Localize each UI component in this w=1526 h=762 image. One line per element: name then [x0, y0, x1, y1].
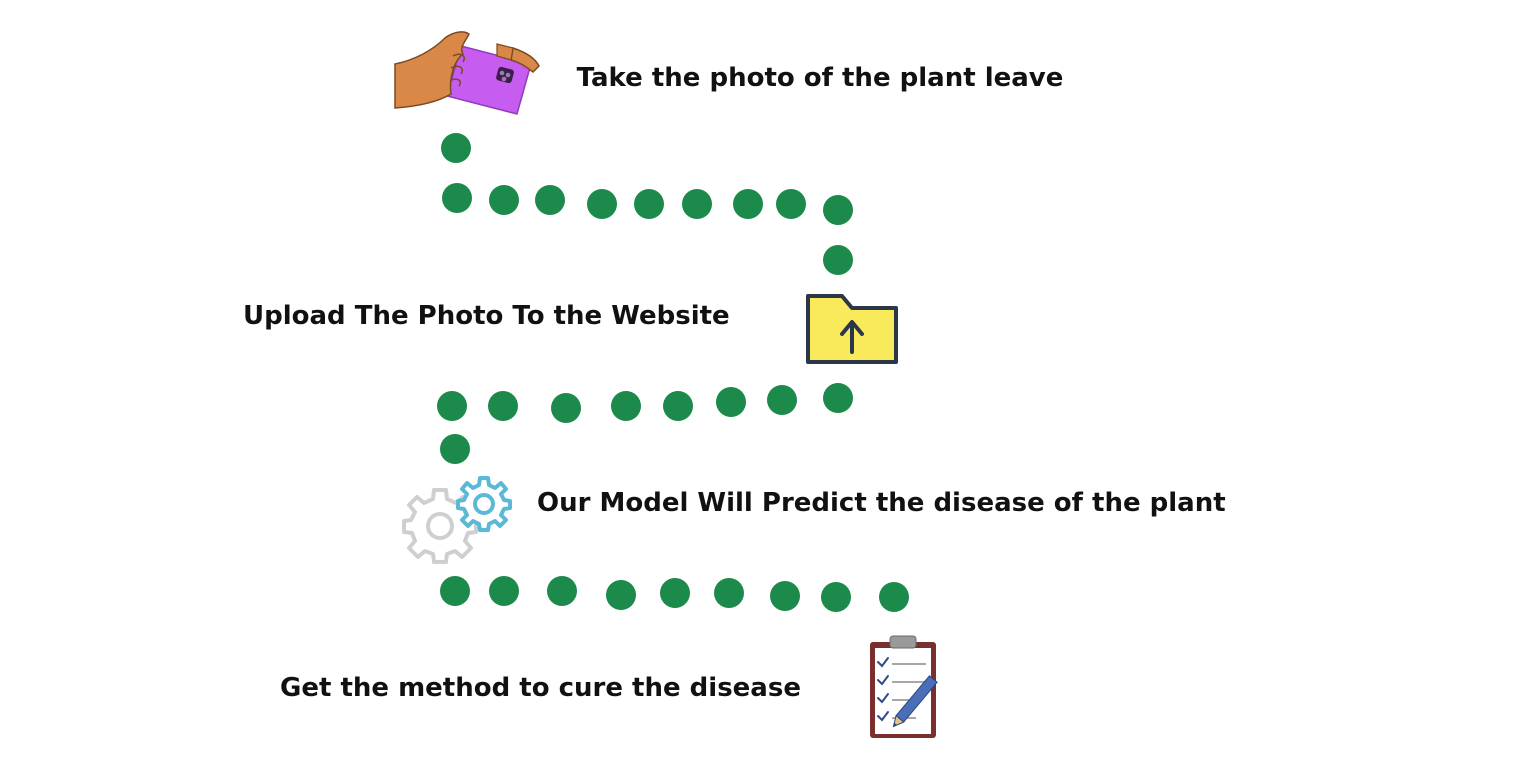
step-2-label: Upload The Photo To the Website	[243, 301, 730, 331]
path-dot	[776, 189, 806, 219]
path-dot	[606, 580, 636, 610]
path-dot	[733, 189, 763, 219]
path-dot	[660, 578, 690, 608]
folder-upload-icon	[806, 294, 898, 364]
hand-holding-phone-icon	[394, 31, 540, 115]
path-dot	[440, 434, 470, 464]
path-dot	[821, 582, 851, 612]
path-dot	[489, 576, 519, 606]
path-dot	[634, 189, 664, 219]
path-dot	[489, 185, 519, 215]
path-dot	[547, 576, 577, 606]
path-dot	[663, 391, 693, 421]
path-dot	[767, 385, 797, 415]
path-dot	[488, 391, 518, 421]
path-dot	[682, 189, 712, 219]
path-dot	[441, 133, 471, 163]
path-dot	[879, 582, 909, 612]
path-dot	[770, 581, 800, 611]
path-dot	[714, 578, 744, 608]
gears-icon	[402, 476, 512, 564]
clipboard-checklist-icon	[870, 635, 938, 738]
path-dot	[823, 195, 853, 225]
process-diagram: Take the photo of the plant leave Upload…	[0, 0, 1526, 762]
path-dot	[587, 189, 617, 219]
step-4-label: Get the method to cure the disease	[280, 673, 801, 703]
path-dot	[716, 387, 746, 417]
path-dot	[823, 383, 853, 413]
path-dot	[440, 576, 470, 606]
path-dot	[823, 245, 853, 275]
path-dot	[442, 183, 472, 213]
step-1-label: Take the photo of the plant leave	[576, 63, 1064, 93]
path-dot	[437, 391, 467, 421]
step-3-label: Our Model Will Predict the disease of th…	[537, 488, 1226, 518]
path-dot	[535, 185, 565, 215]
path-dot	[611, 391, 641, 421]
path-dot	[551, 393, 581, 423]
